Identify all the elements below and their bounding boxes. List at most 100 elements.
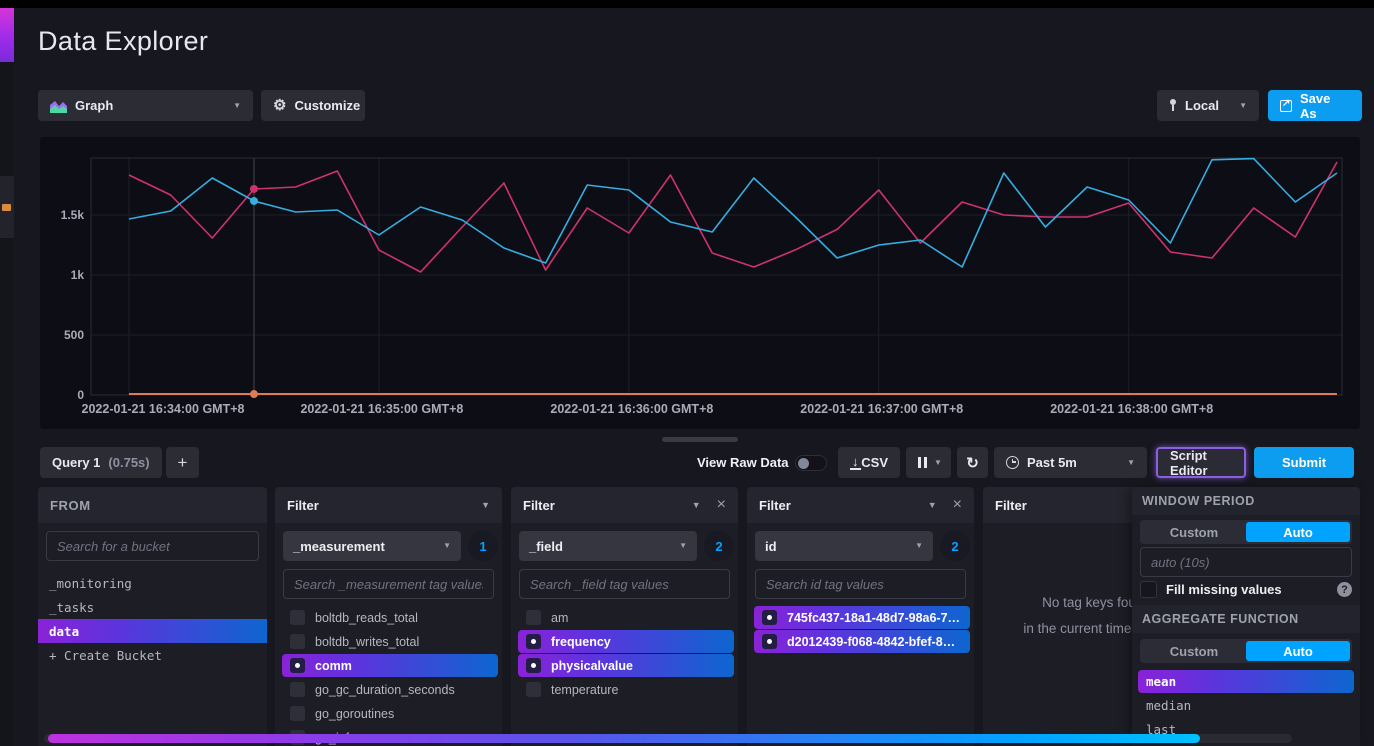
tag-value-search-input[interactable] bbox=[283, 569, 494, 599]
scope-dropdown[interactable]: Local ▼ bbox=[1157, 90, 1259, 121]
pause-button[interactable]: ▼ bbox=[906, 447, 951, 478]
bucket-item[interactable]: _monitoring bbox=[38, 571, 267, 595]
tag-value-item[interactable]: boltdb_writes_total bbox=[282, 630, 498, 653]
tag-value-item[interactable]: go_goroutines bbox=[282, 702, 498, 725]
checkbox-checked-icon[interactable] bbox=[526, 658, 541, 673]
submit-button[interactable]: Submit bbox=[1254, 447, 1354, 478]
bucket-item[interactable]: _tasks bbox=[38, 595, 267, 619]
checkbox-checked-icon[interactable] bbox=[290, 658, 305, 673]
query-tab[interactable]: Query 1 (0.75s) bbox=[40, 447, 162, 478]
horizontal-scrollbar-track[interactable] bbox=[44, 734, 1292, 743]
view-raw-data-toggle[interactable] bbox=[795, 455, 827, 471]
chevron-down-icon: ▼ bbox=[1127, 459, 1135, 467]
fill-missing-values-label: Fill missing values bbox=[1166, 582, 1282, 597]
tag-value-item[interactable]: physicalvalue bbox=[518, 654, 734, 677]
checkbox-icon[interactable] bbox=[526, 610, 541, 625]
filter-panel-_measurement: Filter▼_measurement▼1boltdb_reads_totalb… bbox=[275, 487, 502, 746]
window-period-title: WINDOW PERIOD bbox=[1142, 494, 1255, 508]
window-period-input[interactable] bbox=[1140, 547, 1352, 577]
visualization-type-label: Graph bbox=[75, 98, 113, 113]
top-window-strip bbox=[0, 0, 1374, 8]
tag-value-item[interactable]: 745fc437-18a1-48d7-98a6-7… bbox=[754, 606, 970, 629]
bucket-search-input[interactable] bbox=[46, 531, 259, 561]
tag-value-search-input[interactable] bbox=[519, 569, 730, 599]
chevron-down-icon: ▼ bbox=[233, 102, 241, 110]
aggregate-function-title: AGGREGATE FUNCTION bbox=[1142, 612, 1299, 626]
filter-panel-_field: Filter▼×_field▼2amfrequencyphysicalvalue… bbox=[511, 487, 738, 746]
checkbox-icon[interactable] bbox=[290, 634, 305, 649]
gear-icon: ⚙ bbox=[273, 98, 286, 113]
tag-value-label: frequency bbox=[551, 635, 611, 649]
script-editor-button[interactable]: Script Editor bbox=[1156, 447, 1246, 478]
download-csv-button[interactable]: CSV bbox=[838, 447, 900, 478]
refresh-button[interactable]: ↻ bbox=[957, 447, 988, 478]
tag-value-item[interactable]: temperature bbox=[518, 678, 734, 701]
clock-icon bbox=[1006, 456, 1019, 469]
hover-dot-cyan bbox=[250, 197, 258, 205]
visualization-type-dropdown[interactable]: Graph ▼ bbox=[38, 90, 253, 121]
filter-panel-header: Filter▼ bbox=[275, 487, 502, 523]
plot-border bbox=[91, 158, 1342, 395]
aggregate-custom-option[interactable]: Custom bbox=[1142, 641, 1246, 661]
scope-label: Local bbox=[1185, 98, 1219, 113]
checkbox-checked-icon[interactable] bbox=[526, 634, 541, 649]
checkbox-checked-icon[interactable] bbox=[762, 610, 777, 625]
tag-key-label: id bbox=[765, 539, 777, 554]
aggregate-mode-toggle: Custom Auto bbox=[1140, 639, 1352, 663]
save-as-label: Save As bbox=[1300, 91, 1350, 121]
resize-divider-handle[interactable] bbox=[662, 437, 738, 442]
timeseries-chart[interactable] bbox=[40, 137, 1360, 429]
horizontal-scrollbar-thumb[interactable] bbox=[48, 734, 1200, 743]
save-as-button[interactable]: Save As bbox=[1268, 90, 1362, 121]
export-icon bbox=[1280, 100, 1292, 112]
customize-button[interactable]: ⚙ Customize bbox=[261, 90, 365, 121]
tag-key-dropdown[interactable]: id▼ bbox=[755, 531, 933, 561]
time-range-label: Past 5m bbox=[1027, 455, 1077, 470]
tag-value-item[interactable]: go_gc_duration_seconds bbox=[282, 678, 498, 701]
tag-value-item[interactable]: comm bbox=[282, 654, 498, 677]
tag-value-search-input[interactable] bbox=[755, 569, 966, 599]
chevron-down-icon: ▼ bbox=[934, 459, 942, 467]
window-auto-option[interactable]: Auto bbox=[1246, 522, 1350, 542]
checkbox-checked-icon[interactable] bbox=[762, 634, 777, 649]
nav-rail-alert-icon bbox=[2, 204, 11, 211]
aggregate-auto-option[interactable]: Auto bbox=[1246, 641, 1350, 661]
bucket-item[interactable]: + Create Bucket bbox=[38, 643, 267, 667]
x-tick-label: 2022-01-21 16:35:00 GMT+8 bbox=[267, 402, 497, 416]
aggregate-function-item[interactable]: mean bbox=[1138, 670, 1354, 693]
aggregate-function-item[interactable]: median bbox=[1138, 694, 1354, 717]
checkbox-icon[interactable] bbox=[290, 682, 305, 697]
fill-missing-values-row: Fill missing values ? bbox=[1140, 581, 1352, 598]
fill-missing-values-checkbox[interactable] bbox=[1140, 581, 1157, 598]
bucket-item[interactable]: data bbox=[38, 619, 267, 643]
tag-value-item[interactable]: boltdb_reads_total bbox=[282, 606, 498, 629]
influx-logo-sliver[interactable] bbox=[0, 8, 14, 62]
x-tick-label: 2022-01-21 16:38:00 GMT+8 bbox=[1017, 402, 1247, 416]
tag-key-dropdown[interactable]: _measurement▼ bbox=[283, 531, 461, 561]
tag-key-label: _measurement bbox=[293, 539, 385, 554]
tag-key-dropdown[interactable]: _field▼ bbox=[519, 531, 697, 561]
add-query-button[interactable]: + bbox=[166, 447, 199, 478]
close-icon[interactable]: × bbox=[717, 497, 726, 513]
filter-panel-title: Filter bbox=[995, 498, 1027, 513]
help-icon[interactable]: ? bbox=[1337, 582, 1352, 597]
close-icon[interactable]: × bbox=[953, 497, 962, 513]
tag-value-label: go_gc_duration_seconds bbox=[315, 683, 455, 697]
y-tick-label: 1k bbox=[44, 268, 84, 282]
chevron-down-icon[interactable]: ▼ bbox=[928, 501, 937, 510]
window-period-mode-toggle: Custom Auto bbox=[1140, 520, 1352, 544]
bucket-list: _monitoring_tasksdata+ Create Bucket bbox=[38, 571, 267, 667]
time-range-dropdown[interactable]: Past 5m ▼ bbox=[994, 447, 1147, 478]
hover-dot-pink bbox=[250, 185, 258, 193]
tag-value-item[interactable]: am bbox=[518, 606, 734, 629]
checkbox-icon[interactable] bbox=[526, 682, 541, 697]
tag-value-item[interactable]: frequency bbox=[518, 630, 734, 653]
chevron-down-icon[interactable]: ▼ bbox=[481, 501, 490, 510]
checkbox-icon[interactable] bbox=[290, 610, 305, 625]
chevron-down-icon[interactable]: ▼ bbox=[692, 501, 701, 510]
tag-value-item[interactable]: d2012439-f068-4842-bfef-8… bbox=[754, 630, 970, 653]
window-custom-option[interactable]: Custom bbox=[1142, 522, 1246, 542]
tag-value-list: boltdb_reads_totalboltdb_writes_totalcom… bbox=[275, 605, 502, 746]
selected-count-badge: 2 bbox=[704, 531, 734, 561]
checkbox-icon[interactable] bbox=[290, 706, 305, 721]
